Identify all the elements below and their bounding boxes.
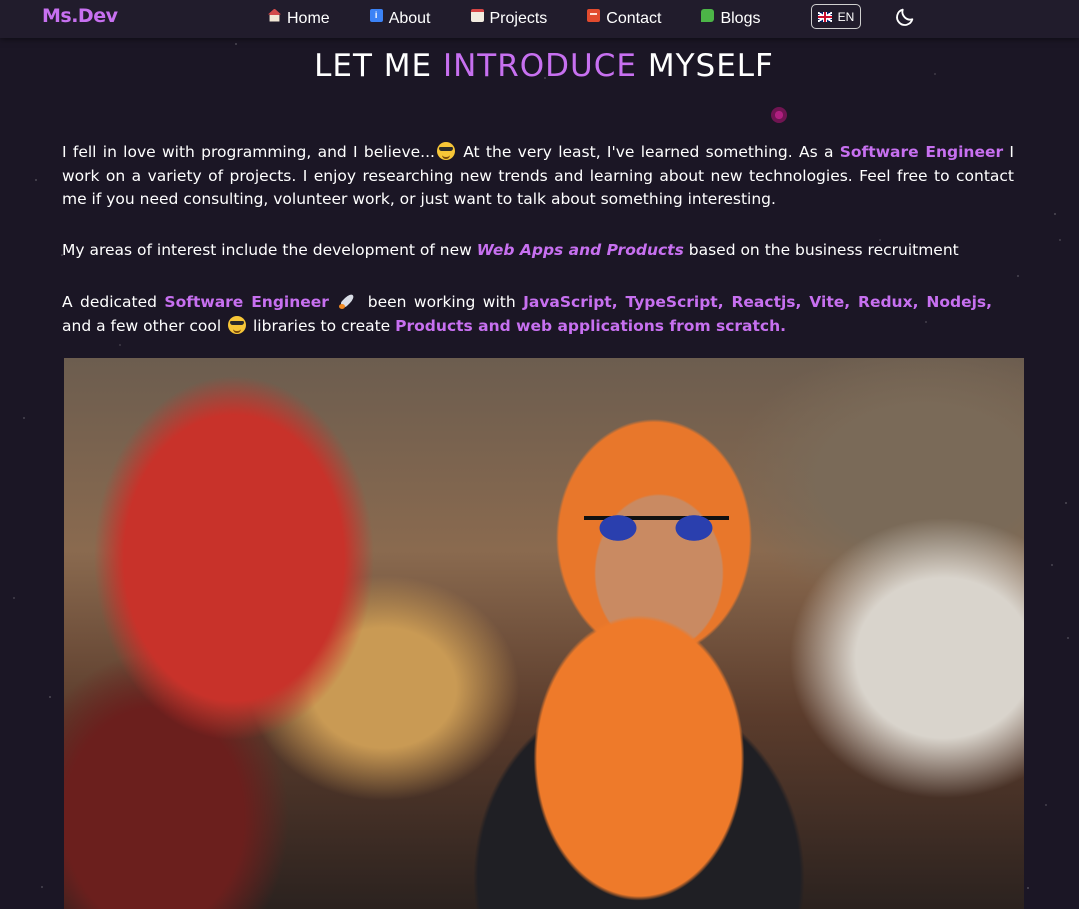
highlight-software-engineer: Software Engineer bbox=[839, 143, 1004, 161]
nav-links: Home i About Projects Contact Blogs bbox=[268, 0, 760, 38]
document-icon bbox=[470, 8, 484, 22]
text-segment: and a few other cool bbox=[62, 316, 227, 335]
info-icon: i bbox=[369, 8, 383, 22]
uk-flag-icon bbox=[817, 11, 832, 22]
page-title: LET ME INTRODUCE MYSELF bbox=[0, 48, 1079, 84]
text-segment: A dedicated bbox=[62, 293, 165, 311]
text-segment: I fell in love with programming, and I b… bbox=[62, 143, 435, 161]
nav-item-label: Blogs bbox=[720, 10, 761, 27]
skills-paragraph: A dedicated Software Engineer been worki… bbox=[62, 291, 992, 338]
title-accent: INTRODUCE bbox=[442, 48, 637, 84]
profile-photo bbox=[64, 358, 1024, 909]
text-segment: libraries to create bbox=[248, 316, 396, 335]
intro-paragraph: I fell in love with programming, and I b… bbox=[62, 141, 1014, 212]
highlight-products: Products and web applications from scrat… bbox=[395, 316, 787, 335]
navbar: Ms.Dev Home i About Projects Contact Blo… bbox=[0, 0, 1079, 38]
highlight-software-engineer: Software Engineer bbox=[164, 293, 329, 311]
moon-icon[interactable] bbox=[894, 6, 916, 28]
sunglasses-emoji-icon bbox=[228, 315, 247, 334]
nav-item-blogs[interactable]: Blogs bbox=[701, 8, 761, 28]
text-segment: My areas of interest include the develop… bbox=[62, 241, 477, 259]
text-segment: been working with bbox=[360, 293, 524, 311]
language-button[interactable]: EN bbox=[811, 4, 861, 29]
interests-paragraph: My areas of interest include the develop… bbox=[62, 239, 1014, 263]
nav-item-about[interactable]: i About bbox=[369, 8, 431, 28]
text-segment: At the very least, I've learned somethin… bbox=[456, 143, 840, 161]
highlight-web-apps: Web Apps and Products bbox=[476, 241, 684, 259]
rocket-emoji-icon bbox=[338, 292, 358, 310]
text-segment: based on the business recruitment bbox=[683, 241, 959, 259]
nav-item-home[interactable]: Home bbox=[268, 8, 330, 28]
nav-item-contact[interactable]: Contact bbox=[587, 8, 662, 28]
highlight-tech-stack: JavaScript, TypeScript, Reactjs, Vite, R… bbox=[523, 293, 993, 311]
contact-card-icon bbox=[587, 8, 601, 22]
nav-item-label: About bbox=[388, 10, 431, 27]
speech-bubble-icon bbox=[701, 8, 715, 22]
sunglasses-emoji-icon bbox=[436, 142, 455, 160]
nav-item-label: Contact bbox=[606, 10, 662, 27]
title-part-1: LET ME bbox=[314, 48, 433, 84]
glow-dot bbox=[771, 107, 787, 123]
language-label: EN bbox=[837, 9, 855, 24]
brand-logo[interactable]: Ms.Dev bbox=[42, 5, 118, 27]
nav-item-label: Projects bbox=[489, 10, 548, 27]
title-part-2: MYSELF bbox=[647, 48, 774, 84]
nav-item-label: Home bbox=[287, 10, 330, 27]
nav-item-projects[interactable]: Projects bbox=[470, 8, 548, 28]
house-icon bbox=[268, 8, 281, 22]
